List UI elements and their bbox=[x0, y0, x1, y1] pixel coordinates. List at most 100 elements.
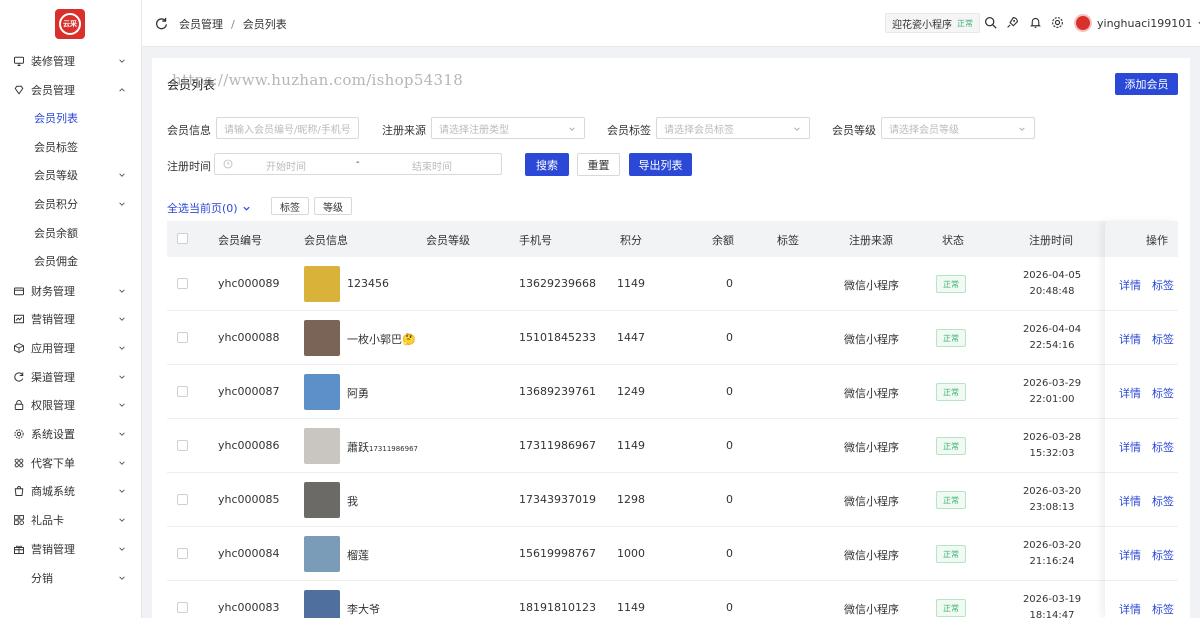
row-checkbox[interactable] bbox=[177, 548, 188, 559]
breadcrumb-item-members[interactable]: 会员管理 bbox=[179, 16, 223, 32]
select-all-dropdown[interactable]: 全选当前页(0) bbox=[167, 200, 251, 216]
chevron-down-icon bbox=[119, 289, 125, 293]
level-select[interactable]: 请选择会员等级 bbox=[881, 117, 1035, 139]
sidebar-item-5[interactable]: 渠道管理 bbox=[0, 363, 141, 391]
sidebar-subitem-4[interactable]: 会员余额 bbox=[0, 220, 141, 246]
register-time: 2026-03-29 22:01:00 bbox=[1012, 376, 1092, 408]
gear-icon[interactable] bbox=[1051, 16, 1064, 29]
row-checkbox[interactable] bbox=[177, 332, 188, 343]
row-checkbox[interactable] bbox=[177, 494, 188, 505]
member-phone: 15101845233 bbox=[519, 331, 596, 344]
member-name-text: 李大爷 bbox=[347, 603, 380, 616]
sidebar-item-3[interactable]: 营销管理 bbox=[0, 305, 141, 333]
tag-link[interactable]: 标签 bbox=[1152, 601, 1174, 617]
sidebar-subitem-5[interactable]: 会员佣金 bbox=[0, 248, 141, 274]
sidebar-subitem-3[interactable]: 会员积分 bbox=[0, 191, 141, 217]
chevron-down-icon bbox=[242, 206, 250, 211]
sidebar-item-11[interactable]: 营销管理 bbox=[0, 535, 141, 563]
diamond-icon bbox=[14, 85, 24, 95]
table-row: yhc000088 一枚小郭巴🤔 15101845233 1447 0 微信小程序 正常 20… bbox=[167, 311, 1178, 365]
member-name: 我 bbox=[347, 493, 358, 509]
tag-link[interactable]: 标签 bbox=[1152, 331, 1174, 347]
reset-button[interactable]: 重置 bbox=[577, 153, 620, 176]
member-points: 1149 bbox=[617, 601, 645, 614]
row-checkbox[interactable] bbox=[177, 386, 188, 397]
member-source: 微信小程序 bbox=[844, 495, 899, 508]
app-switcher[interactable]: 迎花瓷小程序 正常 bbox=[885, 13, 980, 33]
sidebar-item-8[interactable]: 代客下单 bbox=[0, 449, 141, 477]
detail-link[interactable]: 详情 bbox=[1119, 331, 1141, 347]
col-points: 积分 bbox=[620, 234, 642, 247]
col-tag: 标签 bbox=[777, 234, 799, 247]
chevron-down-icon bbox=[1019, 127, 1025, 131]
tag-link[interactable]: 标签 bbox=[1152, 277, 1174, 293]
tag-link[interactable]: 标签 bbox=[1152, 493, 1174, 509]
detail-link[interactable]: 详情 bbox=[1119, 493, 1141, 509]
tag-link[interactable]: 标签 bbox=[1152, 385, 1174, 401]
sidebar-item-7[interactable]: 系统设置 bbox=[0, 420, 141, 448]
sidebar-subitem-0[interactable]: 会员列表 bbox=[0, 105, 141, 131]
avatar bbox=[1074, 14, 1092, 32]
sidebar-item-label: 分销 bbox=[31, 572, 53, 585]
detail-link[interactable]: 详情 bbox=[1119, 385, 1141, 401]
level-label: 会员等级 bbox=[832, 124, 876, 137]
refresh-icon[interactable] bbox=[155, 17, 168, 30]
row-checkbox[interactable] bbox=[177, 440, 188, 451]
row-checkbox[interactable] bbox=[177, 602, 188, 613]
batch-level-button[interactable]: 等级 bbox=[314, 197, 352, 215]
brand-logo[interactable]: 云采 bbox=[55, 9, 85, 39]
search-icon[interactable] bbox=[984, 16, 997, 29]
detail-link[interactable]: 详情 bbox=[1119, 601, 1141, 617]
member-info-input[interactable]: 请输入会员编号/昵称/手机号 bbox=[216, 117, 359, 139]
sidebar-item-10[interactable]: 礼品卡 bbox=[0, 506, 141, 534]
member-source: 微信小程序 bbox=[844, 333, 899, 346]
chevron-down-icon bbox=[119, 547, 125, 551]
sidebar: 云采 装修管理 会员管理 财务管理 营销管理 应用管理 渠道管理 权限管理 系统设置 代客下单商… bbox=[0, 0, 142, 618]
rocket-icon[interactable] bbox=[1006, 16, 1019, 29]
add-member-button[interactable]: 添加会员 bbox=[1115, 73, 1178, 95]
sidebar-subitem-1[interactable]: 会员标签 bbox=[0, 134, 141, 160]
tag-select[interactable]: 请选择会员标签 bbox=[656, 117, 810, 139]
tag-link[interactable]: 标签 bbox=[1152, 439, 1174, 455]
member-name-text: 榴莲 bbox=[347, 549, 369, 562]
status-badge: 正常 bbox=[936, 491, 966, 509]
bell-icon[interactable] bbox=[1029, 16, 1042, 29]
col-source: 注册来源 bbox=[849, 234, 893, 247]
member-name: 李大爷 bbox=[347, 601, 380, 617]
box-icon bbox=[14, 342, 24, 354]
register-clock: 20:48:48 bbox=[1029, 286, 1075, 297]
detail-link[interactable]: 详情 bbox=[1119, 439, 1141, 455]
tag-link[interactable]: 标签 bbox=[1152, 547, 1174, 563]
sidebar-item-0[interactable]: 装修管理 bbox=[0, 47, 141, 75]
member-name-text: 我 bbox=[347, 495, 358, 508]
user-menu[interactable]: yinghuaci199101 bbox=[1074, 14, 1200, 32]
sidebar-item-12[interactable]: 分销 bbox=[0, 564, 141, 592]
member-info-label: 会员信息 bbox=[167, 124, 211, 137]
end-date-input[interactable]: 结束时间 bbox=[412, 158, 452, 173]
source-select[interactable]: 请选择注册类型 bbox=[431, 117, 585, 139]
sidebar-item-6[interactable]: 权限管理 bbox=[0, 391, 141, 419]
export-button[interactable]: 导出列表 bbox=[629, 153, 692, 176]
search-button[interactable]: 搜索 bbox=[525, 153, 569, 176]
apps-icon bbox=[14, 515, 24, 525]
member-points: 1298 bbox=[617, 493, 645, 506]
date-range-picker[interactable]: 开始时间 - 结束时间 bbox=[214, 153, 502, 175]
register-clock: 21:16:24 bbox=[1029, 556, 1075, 567]
sidebar-item-2[interactable]: 财务管理 bbox=[0, 277, 141, 305]
row-checkbox[interactable] bbox=[177, 278, 188, 289]
top-bar: 会员管理 / 会员列表 迎花瓷小程序 正常 yinghuaci199101 bbox=[142, 0, 1200, 47]
brand-logo-text: 云采 bbox=[59, 13, 81, 35]
sidebar-subitem-2[interactable]: 会员等级 bbox=[0, 162, 141, 188]
batch-tag-button[interactable]: 标签 bbox=[271, 197, 309, 215]
detail-link[interactable]: 详情 bbox=[1119, 277, 1141, 293]
start-date-input[interactable]: 开始时间 bbox=[266, 158, 306, 173]
sidebar-item-label: 系统设置 bbox=[31, 428, 75, 441]
member-source: 微信小程序 bbox=[844, 279, 899, 292]
detail-link[interactable]: 详情 bbox=[1119, 547, 1141, 563]
header-checkbox[interactable] bbox=[177, 233, 188, 244]
register-date: 2026-04-05 bbox=[1022, 270, 1082, 281]
sidebar-item-1[interactable]: 会员管理 bbox=[0, 76, 141, 104]
tag-label: 会员标签 bbox=[607, 124, 651, 137]
sidebar-item-4[interactable]: 应用管理 bbox=[0, 334, 141, 362]
sidebar-item-9[interactable]: 商城系统 bbox=[0, 477, 141, 505]
